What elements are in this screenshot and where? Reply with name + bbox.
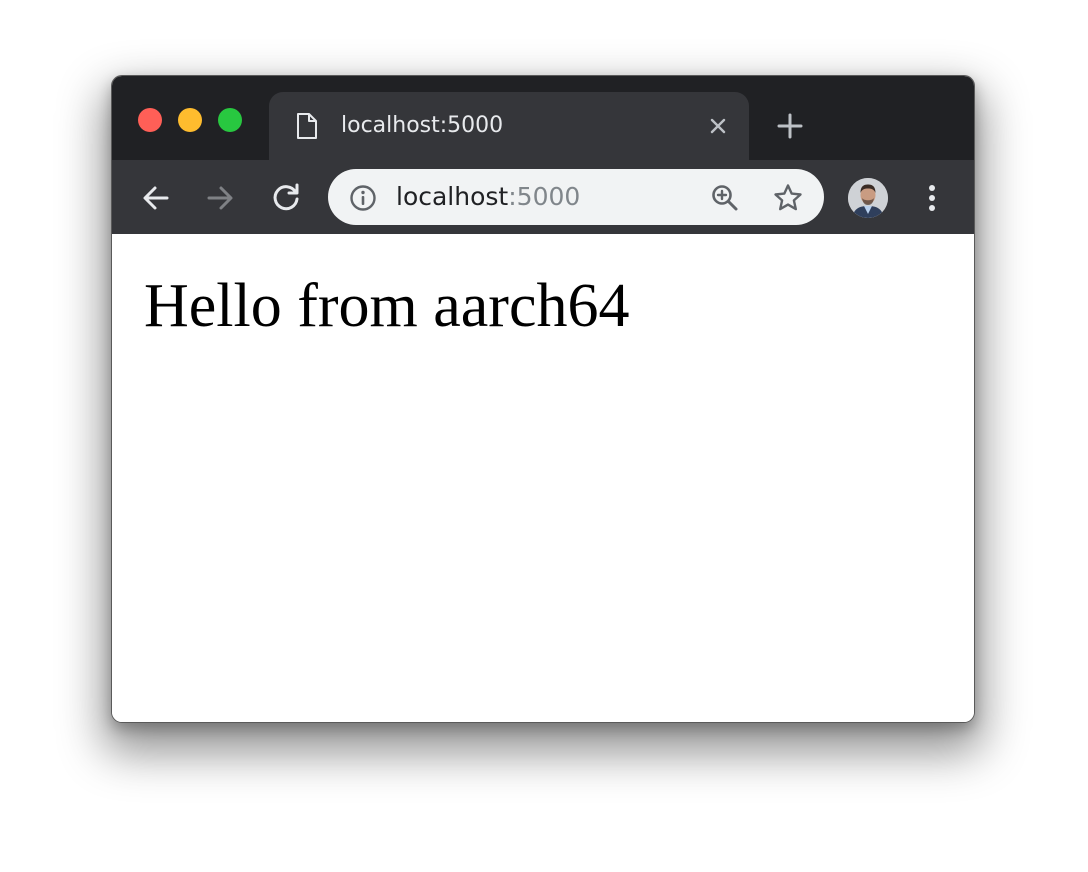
- navigation-toolbar: localhost:5000: [112, 160, 974, 234]
- reload-icon: [273, 183, 299, 211]
- window-close-button[interactable]: [138, 108, 162, 132]
- profile-avatar[interactable]: [848, 178, 888, 218]
- tab-strip: localhost:5000: [112, 76, 974, 160]
- window-maximize-button[interactable]: [218, 108, 242, 132]
- url-text: localhost:5000: [396, 182, 580, 212]
- close-icon: [710, 118, 726, 134]
- more-vertical-icon: [929, 185, 935, 211]
- browser-menu-button[interactable]: [918, 180, 946, 216]
- tab-title: localhost:5000: [341, 113, 504, 138]
- forward-button[interactable]: [202, 180, 238, 216]
- reload-button[interactable]: [268, 180, 304, 216]
- star-icon[interactable]: [772, 182, 804, 214]
- arrow-right-icon: [207, 186, 233, 210]
- page-content: Hello from aarch64: [112, 234, 974, 722]
- zoom-in-icon[interactable]: [710, 183, 740, 213]
- address-bar[interactable]: localhost:5000: [328, 169, 824, 225]
- tab-close-button[interactable]: [703, 111, 733, 141]
- window-minimize-button[interactable]: [178, 108, 202, 132]
- browser-window: localhost:5000 localhost:5000 Hello from…: [111, 75, 975, 723]
- url-host: localhost: [396, 182, 509, 211]
- site-info-icon[interactable]: [348, 183, 378, 213]
- page-heading: Hello from aarch64: [144, 272, 630, 340]
- tab-localhost[interactable]: localhost:5000: [269, 92, 749, 160]
- arrow-left-icon: [143, 186, 169, 210]
- back-button[interactable]: [138, 180, 174, 216]
- new-tab-button[interactable]: [773, 109, 807, 143]
- document-icon: [295, 112, 319, 140]
- plus-icon: [777, 113, 803, 139]
- url-port: :5000: [508, 182, 581, 211]
